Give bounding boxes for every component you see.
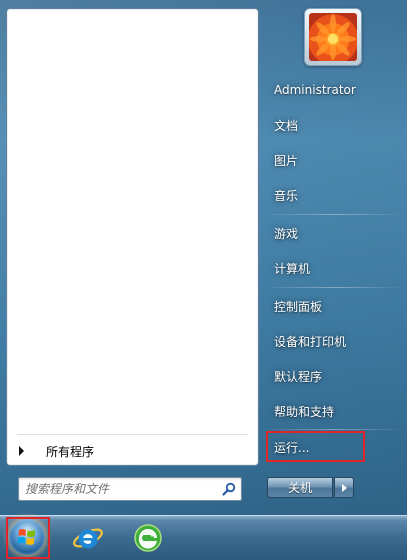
user-picture[interactable] bbox=[304, 8, 362, 66]
internet-explorer-icon[interactable] bbox=[70, 520, 106, 556]
chevron-right-icon bbox=[341, 483, 347, 492]
start-highlight-box bbox=[6, 517, 50, 559]
shutdown-button[interactable]: 关机 bbox=[267, 477, 333, 498]
run-highlight-box bbox=[266, 431, 365, 462]
programs-panel: 所有程序 bbox=[6, 8, 259, 466]
flower-avatar-icon bbox=[309, 13, 357, 61]
user-name-link[interactable]: Administrator bbox=[266, 76, 396, 104]
right-arrow-icon bbox=[19, 446, 24, 456]
games-link[interactable]: 游戏 bbox=[266, 219, 396, 247]
pictures-link[interactable]: 图片 bbox=[266, 146, 396, 174]
music-link[interactable]: 音乐 bbox=[266, 181, 396, 209]
pinned-programs-list bbox=[7, 9, 258, 434]
shutdown-options-button[interactable] bbox=[334, 477, 354, 498]
taskbar bbox=[0, 515, 407, 560]
all-programs-separator bbox=[17, 434, 248, 435]
right-pane-separator bbox=[270, 214, 398, 215]
all-programs-button[interactable]: 所有程序 bbox=[11, 440, 254, 462]
right-pane-separator bbox=[270, 429, 398, 430]
default-programs-link[interactable]: 默认程序 bbox=[266, 362, 396, 390]
search-box[interactable] bbox=[18, 477, 242, 501]
search-input[interactable] bbox=[19, 479, 219, 499]
search-icon[interactable] bbox=[219, 479, 239, 499]
computer-link[interactable]: 计算机 bbox=[266, 254, 396, 282]
devices-and-printers-link[interactable]: 设备和打印机 bbox=[266, 327, 396, 355]
all-programs-label: 所有程序 bbox=[46, 444, 95, 459]
help-and-support-link[interactable]: 帮助和支持 bbox=[266, 397, 396, 425]
documents-link[interactable]: 文档 bbox=[266, 111, 396, 139]
360-browser-icon[interactable] bbox=[130, 520, 166, 556]
control-panel-link[interactable]: 控制面板 bbox=[266, 292, 396, 320]
right-pane-separator bbox=[270, 287, 398, 288]
